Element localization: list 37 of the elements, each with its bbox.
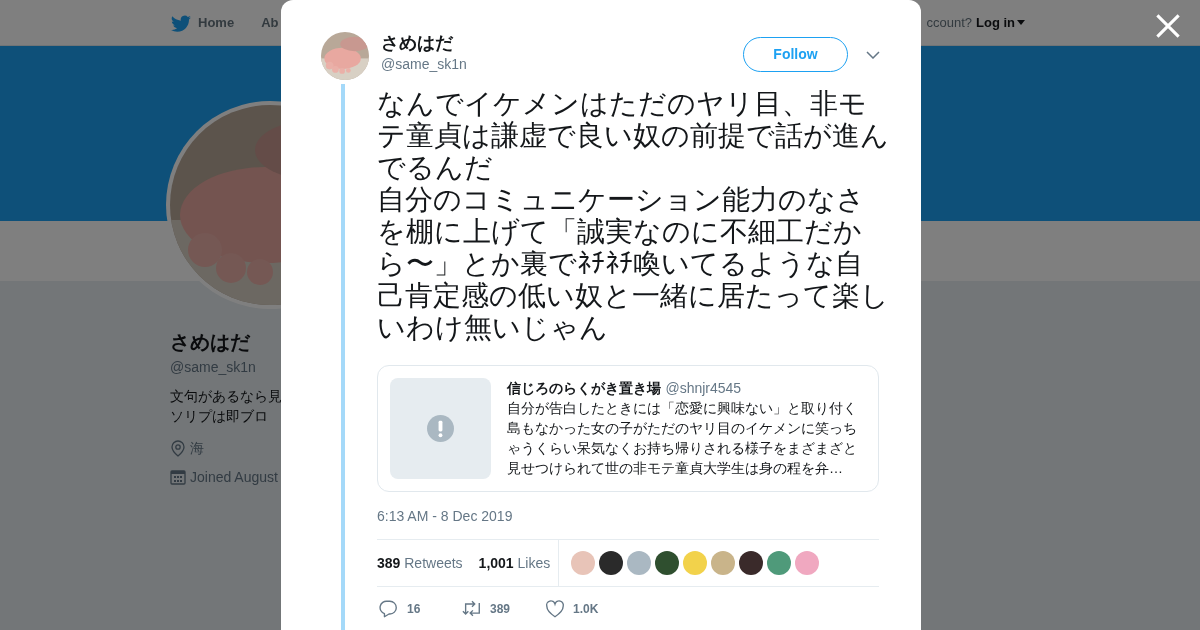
- user-avatar[interactable]: [655, 551, 680, 575]
- author-avatar[interactable]: [321, 32, 369, 80]
- reply-icon[interactable]: [379, 599, 399, 619]
- nav-link[interactable]: Ab: [261, 12, 279, 33]
- quoted-author-name: 信じろのらくがき置き場: [507, 380, 661, 396]
- profile-handle: @same_sk1n: [170, 358, 256, 377]
- chevron-down-icon[interactable]: [866, 51, 880, 59]
- close-icon[interactable]: [1155, 13, 1181, 39]
- follow-button[interactable]: Follow: [743, 37, 848, 72]
- heart-icon[interactable]: [545, 599, 565, 619]
- quoted-author-handle: @shnjr4545: [665, 380, 742, 396]
- alert-icon: [427, 415, 454, 442]
- tweet-text: 自分のコミュニケーション能力のなさを棚に上げて「誠実なのに不細工だから〜」とか裏でﾈﾁﾈﾁ喚いてるような自己肯定感の低い奴と一緒に居たって楽しいわけ無いじゃん: [377, 184, 889, 344]
- profile-name: さめはだ: [170, 330, 250, 355]
- user-avatar[interactable]: [739, 551, 764, 575]
- author-handle[interactable]: @same_sk1n: [381, 54, 467, 75]
- location-icon: [170, 440, 186, 457]
- tweet-text: なんでイケメンはただのヤリ目、非モテ童貞は謙虚で良い奴の前提で話が進んでるんだ: [377, 88, 889, 184]
- quoted-tweet-text: 自分が告白したときには「恋愛に興味ない」と取り付く島もなかった女の子がただのヤリ目のイケメンに笑っちゃうくらい呆気なくお持ち帰りされる様子をまざまざと見せつけられて世の非モテ童貞大学生は身の程を弁…: [507, 399, 858, 478]
- stat-link[interactable]: 389 Retweets: [377, 552, 463, 574]
- profile-joined: Joined August: [190, 468, 278, 487]
- action-count: 1.0K: [573, 601, 599, 618]
- action-count: 389: [490, 601, 511, 618]
- profile-bio: 文句があるなら見 ソリプは即ブロ: [170, 387, 282, 426]
- account-prompt: ccount?: [926, 13, 972, 32]
- author-name[interactable]: さめはだ: [381, 32, 467, 54]
- action-count: 16: [407, 601, 421, 618]
- calendar-icon: [170, 469, 186, 486]
- login-link[interactable]: Log in: [976, 12, 1025, 33]
- nav-link[interactable]: Home: [198, 12, 235, 33]
- profile-location: 海: [190, 439, 204, 458]
- user-avatar[interactable]: [599, 551, 624, 575]
- stat-link[interactable]: 1,001 Likes: [478, 552, 551, 574]
- tweet-timestamp[interactable]: 6:13 AM - 8 Dec 2019: [377, 506, 889, 527]
- retweet-icon[interactable]: [462, 599, 482, 619]
- quoted-tweet-card[interactable]: 信じろのらくがき置き場 @shnjr4545 自分が告白したときには「恋愛に興味ない」と取り付く島もなかった女の子がただのヤリ目のイケメンに笑っちゃうくらい呆気なくお持ち帰りされる様子をまざまざと見せつけられて世の非モテ童貞大学生は身の程を弁…: [377, 365, 879, 492]
- caret-icon: [1017, 20, 1025, 25]
